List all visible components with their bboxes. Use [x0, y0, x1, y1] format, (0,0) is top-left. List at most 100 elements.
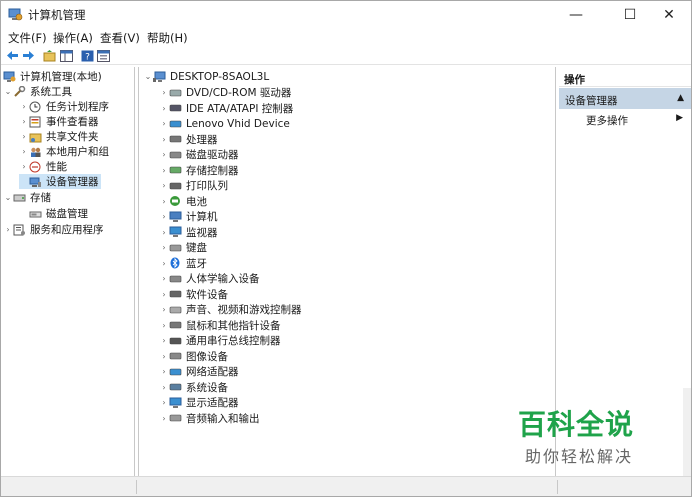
- chevron-right-icon[interactable]: ›: [159, 305, 169, 314]
- device-category-label: 网络适配器: [186, 366, 239, 378]
- device-category-item[interactable]: › 系统设备: [159, 380, 228, 395]
- menu-action[interactable]: 操作(A): [53, 30, 93, 46]
- chevron-right-icon[interactable]: ›: [159, 104, 169, 113]
- chevron-down-icon[interactable]: ⌄: [3, 193, 13, 202]
- chevron-right-icon[interactable]: ›: [159, 274, 169, 283]
- device-category-item[interactable]: › 打印队列: [159, 178, 228, 193]
- minimize-icon: —: [569, 6, 583, 23]
- computer-management-window: 计算机管理 — ☐ ✕ 文件(F) 操作(A) 查看(V) 帮助(H) ? 计算…: [0, 0, 692, 497]
- tree-item-system-tools[interactable]: ⌄ 系统工具: [3, 84, 72, 99]
- system-device-icon: [169, 381, 182, 393]
- menu-view[interactable]: 查看(V): [100, 30, 140, 46]
- chevron-right-icon[interactable]: ›: [159, 398, 169, 407]
- device-category-item[interactable]: › Lenovo Vhid Device: [159, 116, 289, 131]
- tree-item-root[interactable]: 计算机管理(本地): [3, 69, 102, 84]
- caret-right-icon[interactable]: ▶: [676, 113, 683, 123]
- chevron-right-icon[interactable]: ›: [3, 225, 13, 234]
- tree-item-event-viewer[interactable]: › 事件查看器: [19, 114, 99, 129]
- device-category-item[interactable]: › 显示适配器: [159, 395, 239, 410]
- back-button[interactable]: [5, 48, 20, 63]
- menu-help[interactable]: 帮助(H): [147, 30, 188, 46]
- properties-button[interactable]: [96, 48, 111, 63]
- chevron-right-icon[interactable]: ›: [159, 414, 169, 423]
- device-category-item[interactable]: › 键盘: [159, 240, 207, 255]
- device-category-item[interactable]: › 电池: [159, 194, 207, 209]
- computer-management-icon: [3, 71, 16, 83]
- chevron-right-icon[interactable]: ›: [159, 367, 169, 376]
- chevron-right-icon[interactable]: ›: [159, 336, 169, 345]
- battery-icon: [169, 195, 182, 207]
- chevron-right-icon[interactable]: ›: [159, 243, 169, 252]
- device-category-item[interactable]: › 软件设备: [159, 287, 228, 302]
- tree-item-task-scheduler[interactable]: › 任务计划程序: [19, 99, 109, 114]
- forward-button[interactable]: [21, 48, 36, 63]
- tree-item-performance[interactable]: › 性能: [19, 159, 67, 174]
- device-category-item[interactable]: › 通用串行总线控制器: [159, 333, 280, 348]
- tree-item-label: 任务计划程序: [46, 101, 109, 113]
- tree-item-local-users[interactable]: › 本地用户和组: [19, 144, 109, 159]
- device-category-item[interactable]: › 计算机: [159, 209, 218, 224]
- chevron-down-icon[interactable]: ⌄: [3, 87, 13, 96]
- actions-group-device-manager[interactable]: 设备管理器 ▲: [559, 88, 691, 109]
- chevron-right-icon[interactable]: ›: [159, 150, 169, 159]
- chevron-right-icon[interactable]: ›: [159, 119, 169, 128]
- device-category-item[interactable]: › 音频输入和输出: [159, 411, 259, 426]
- more-actions-link[interactable]: 更多操作: [586, 113, 628, 128]
- device-category-item[interactable]: › 处理器: [159, 132, 217, 147]
- device-category-item[interactable]: › 蓝牙: [159, 256, 207, 271]
- caret-up-icon[interactable]: ▲: [677, 93, 684, 103]
- chevron-right-icon[interactable]: ›: [159, 135, 169, 144]
- device-category-item[interactable]: › 鼠标和其他指针设备: [159, 318, 280, 333]
- device-category-item[interactable]: › 声音、视频和游戏控制器: [159, 302, 302, 317]
- chevron-right-icon[interactable]: ›: [159, 321, 169, 330]
- up-level-button[interactable]: [42, 48, 57, 63]
- device-category-item[interactable]: › 监视器: [159, 225, 218, 240]
- performance-icon: [29, 161, 42, 173]
- chevron-right-icon[interactable]: ›: [159, 383, 169, 392]
- chevron-right-icon[interactable]: ›: [19, 147, 29, 156]
- tree-item-shared-folders[interactable]: › 共享文件夹: [19, 129, 98, 144]
- tree-item-device-manager[interactable]: 设备管理器: [19, 174, 101, 189]
- device-category-item[interactable]: › 磁盘驱动器: [159, 147, 239, 162]
- storage-icon: [13, 192, 26, 204]
- device-category-item[interactable]: › DVD/CD-ROM 驱动器: [159, 85, 291, 100]
- tree-item-label: 事件查看器: [46, 116, 99, 128]
- chevron-right-icon[interactable]: ›: [159, 197, 169, 206]
- chevron-down-icon[interactable]: ⌄: [143, 72, 153, 81]
- close-button[interactable]: ✕: [646, 1, 691, 28]
- menu-file[interactable]: 文件(F): [8, 30, 47, 46]
- chevron-right-icon[interactable]: ›: [159, 212, 169, 221]
- device-category-item[interactable]: › 人体学输入设备: [159, 271, 259, 286]
- chevron-right-icon[interactable]: ›: [159, 228, 169, 237]
- dvd-drive-icon: [169, 87, 182, 99]
- chevron-right-icon[interactable]: ›: [159, 166, 169, 175]
- device-category-label: 蓝牙: [186, 257, 207, 270]
- vertical-scrollbar[interactable]: [683, 388, 691, 476]
- device-category-item[interactable]: › 存储控制器: [159, 163, 238, 178]
- device-root[interactable]: ⌄ DESKTOP-8SAOL3L: [143, 69, 270, 84]
- status-bar: [1, 476, 691, 496]
- device-category-item[interactable]: › 网络适配器: [159, 364, 239, 379]
- device-category-item[interactable]: › 图像设备: [159, 349, 228, 364]
- chevron-right-icon[interactable]: ›: [19, 132, 29, 141]
- tree-item-storage[interactable]: ⌄ 存储: [3, 190, 51, 205]
- chevron-right-icon[interactable]: ›: [19, 102, 29, 111]
- help-button[interactable]: ?: [80, 48, 95, 63]
- camera-icon: [169, 350, 182, 362]
- properties-icon: [97, 49, 110, 62]
- chevron-right-icon[interactable]: ›: [159, 259, 169, 268]
- device-category-item[interactable]: › IDE ATA/ATAPI 控制器: [159, 101, 293, 116]
- chevron-right-icon[interactable]: ›: [159, 88, 169, 97]
- chevron-right-icon[interactable]: ›: [159, 290, 169, 299]
- minimize-button[interactable]: —: [553, 1, 599, 28]
- tree-item-disk-management[interactable]: 磁盘管理: [19, 206, 88, 221]
- chevron-right-icon[interactable]: ›: [159, 181, 169, 190]
- show-hide-tree-button[interactable]: [59, 48, 74, 63]
- chevron-right-icon[interactable]: ›: [19, 117, 29, 126]
- device-category-label: 磁盘驱动器: [186, 149, 239, 161]
- hid-device-icon: [169, 118, 182, 130]
- device-category-label: 声音、视频和游戏控制器: [186, 304, 302, 316]
- chevron-right-icon[interactable]: ›: [19, 162, 29, 171]
- tree-item-services[interactable]: › 服务和应用程序: [3, 222, 104, 237]
- chevron-right-icon[interactable]: ›: [159, 352, 169, 361]
